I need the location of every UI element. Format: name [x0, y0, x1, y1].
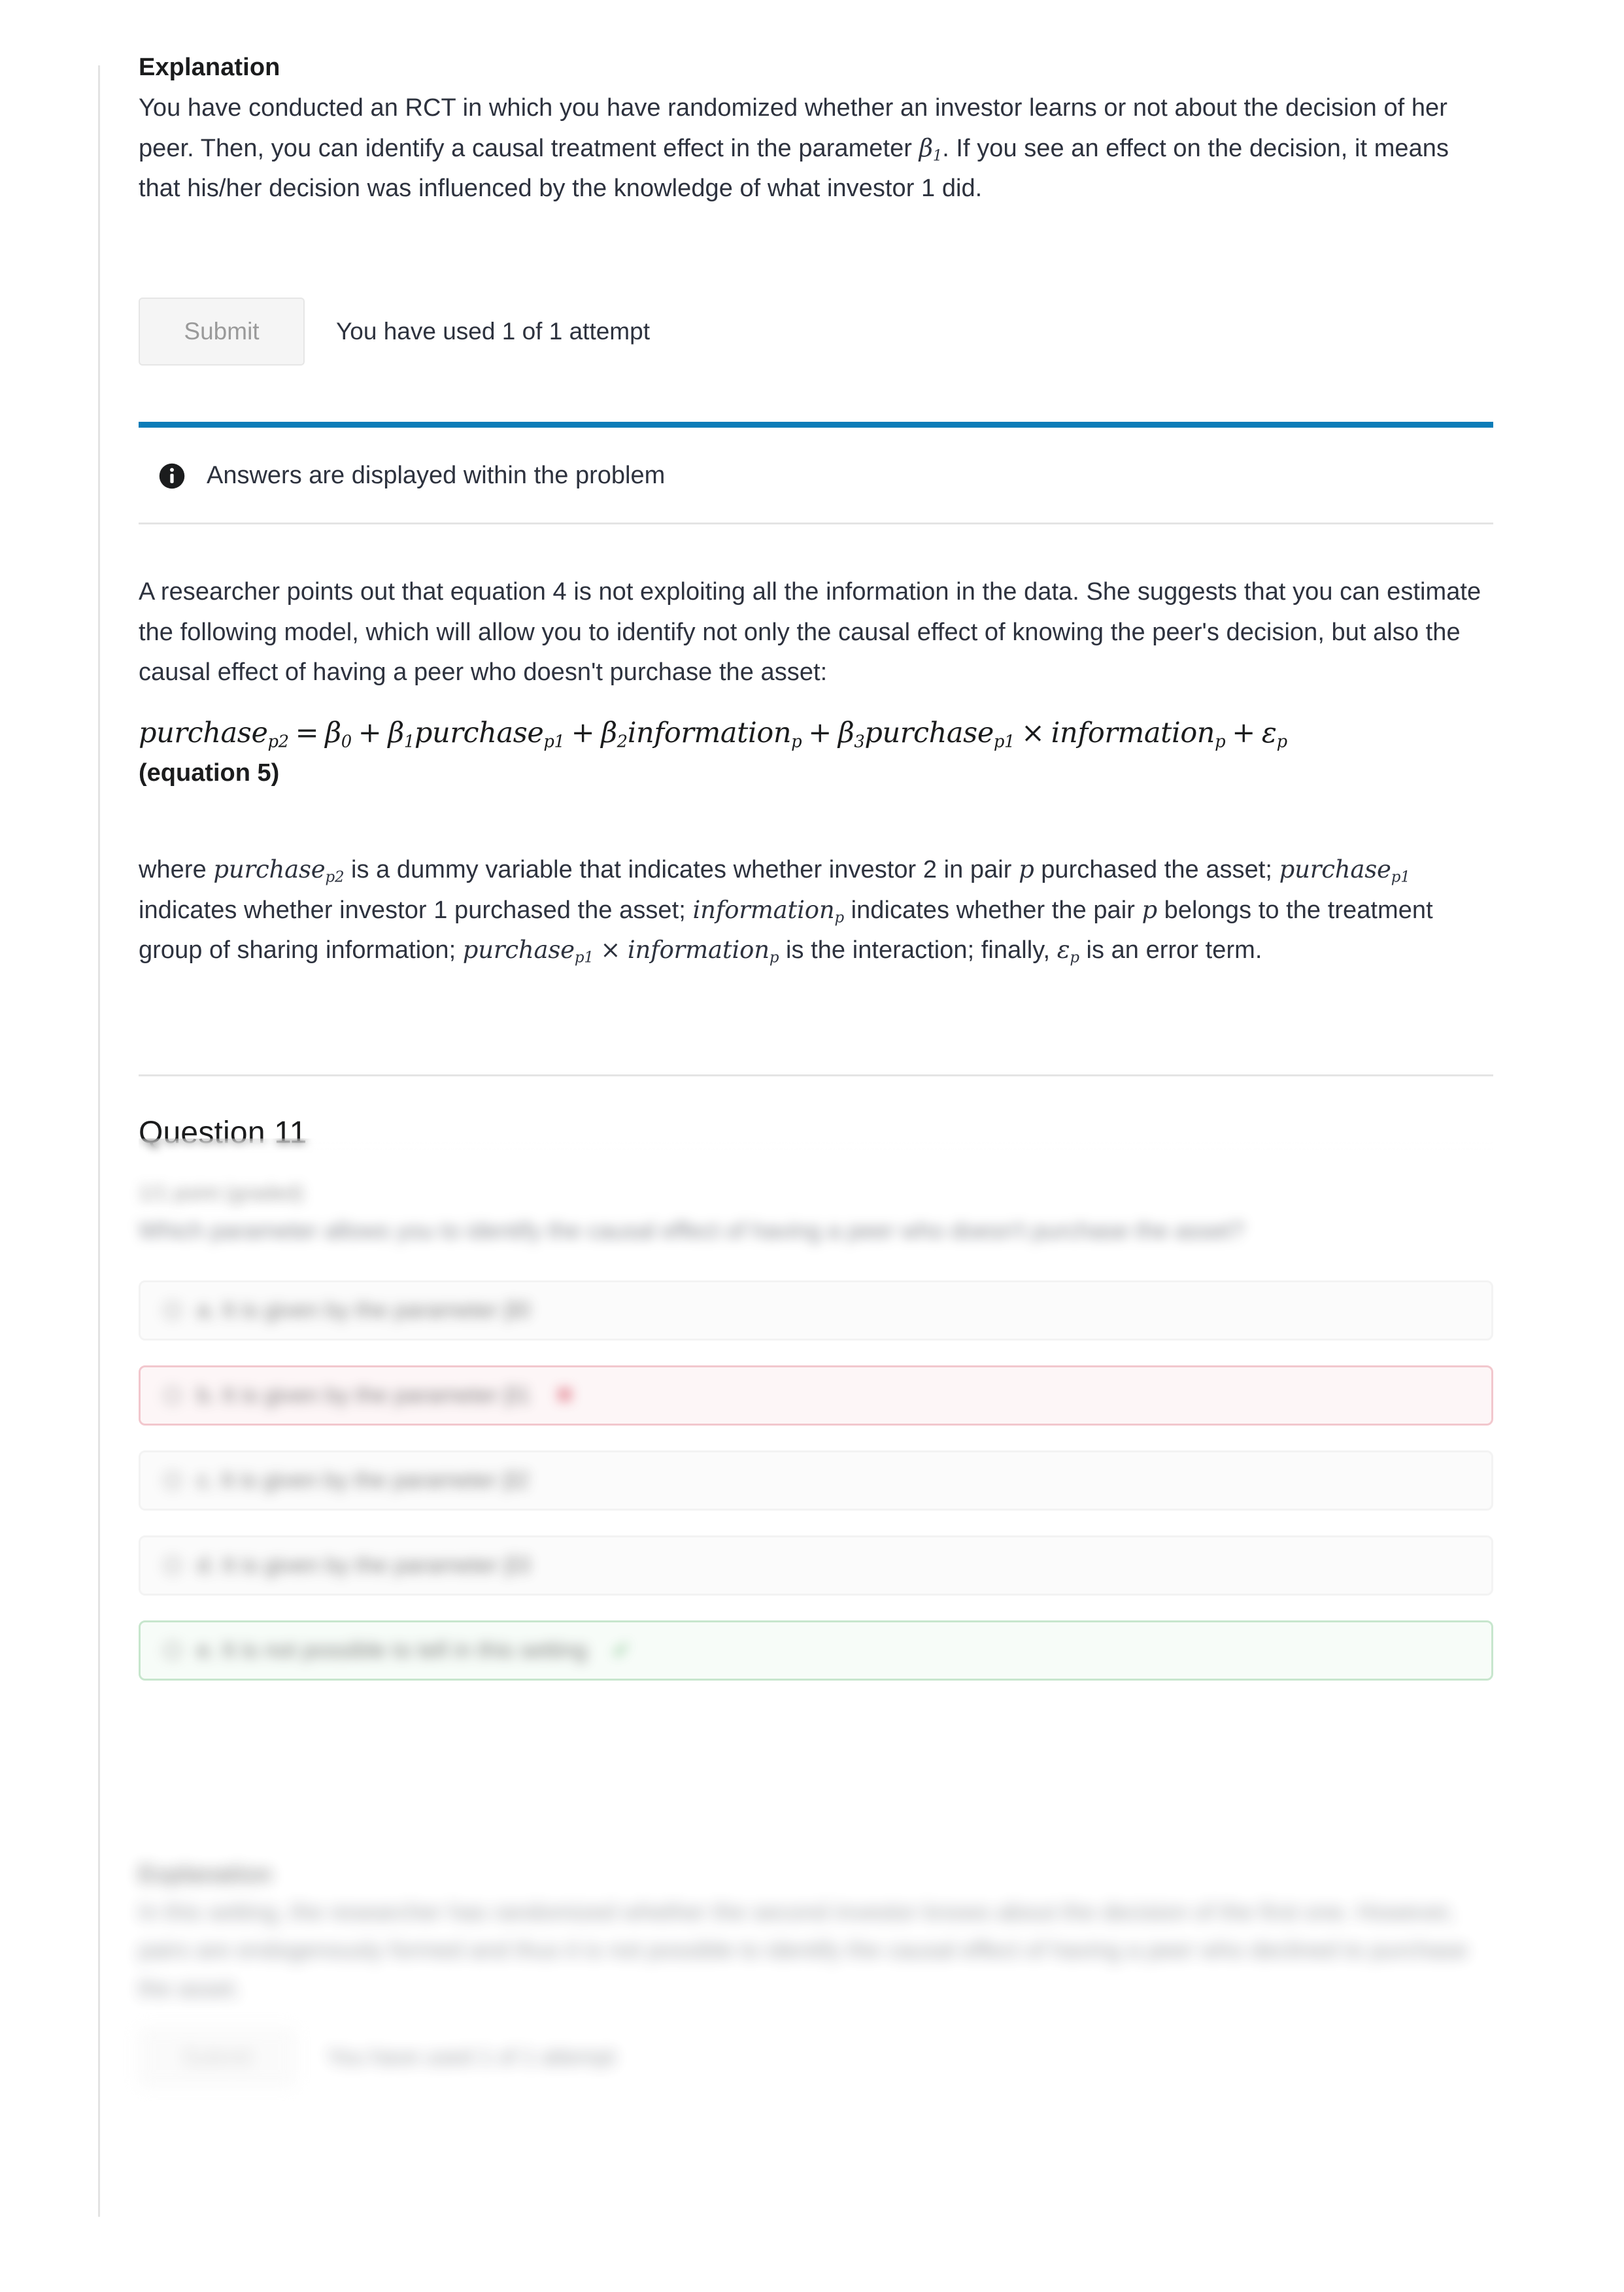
def-seg-1: where [139, 856, 214, 883]
def-seg-2: is a dummy variable that indicates wheth… [344, 856, 1019, 883]
eq-lhs: purchasep2 [139, 717, 289, 752]
status-row: Answers are displayed within the problem [139, 428, 1493, 522]
def-information-p: informationp [692, 895, 844, 926]
answer-choice-a-label: a. It is given by the parameter β0 [197, 1297, 531, 1323]
def-times: × [600, 936, 621, 965]
answer-choice-b-label: b. It is given by the parameter β1 [197, 1382, 531, 1408]
incorrect-mark-icon: ✖ [555, 1383, 574, 1408]
answer-choice-c-label: c. It is given by the parameter β2 [197, 1467, 530, 1493]
question-points: 1/1 point (graded) [139, 1177, 1315, 1208]
radio-icon-b[interactable] [164, 1387, 181, 1404]
def-seg-4: indicates whether investor 1 purchased t… [139, 896, 693, 924]
eq-term-4: informationp [1051, 717, 1226, 752]
eq-plus-2: + [571, 717, 595, 749]
eq-beta0: β0 [325, 717, 352, 752]
answer-choice-e-label: e. It is not possible to tell in this se… [197, 1637, 588, 1663]
question-11-submit-row: Submit You have used 1 of 1 attempt [139, 2027, 615, 2087]
answer-choice-b[interactable]: b. It is given by the parameter β1 ✖ [139, 1365, 1493, 1426]
def-purchase-p1: purchasep1 [1279, 855, 1410, 886]
answer-status-banner: Answers are displayed within the problem [139, 422, 1493, 524]
left-vertical-rule [98, 65, 100, 2217]
eq-times: × [1021, 717, 1045, 749]
radio-icon-a[interactable] [164, 1302, 181, 1319]
explanation-body: You have conducted an RCT in which you h… [139, 88, 1479, 209]
explanation-section: Explanation You have conducted an RCT in… [139, 51, 1493, 209]
question-11-submit-button[interactable]: Submit [139, 2027, 296, 2087]
problem-page: Explanation You have conducted an RCT in… [0, 0, 1624, 2292]
submit-button[interactable]: Submit [139, 298, 305, 366]
section-divider-question [139, 1074, 1493, 1076]
answer-choice-d-inner: d. It is given by the parameter β3 [164, 1552, 530, 1579]
beta1-symbol: β1 [919, 133, 943, 165]
eq-error-term: εp [1261, 717, 1287, 752]
explanation-heading: Explanation [139, 54, 280, 81]
answer-choice-c-inner: c. It is given by the parameter β2 [164, 1467, 529, 1494]
eq-plus-1: + [358, 717, 382, 749]
radio-icon-e[interactable] [164, 1642, 181, 1659]
researcher-note: A researcher points out that equation 4 … [139, 572, 1487, 693]
def-purchase-p2: purchasep2 [213, 855, 345, 886]
question-11-attempt-text: You have used 1 of 1 attempt [327, 2044, 616, 2070]
researcher-note-body: A researcher points out that equation 4 … [139, 578, 1481, 687]
question-points-text: 1/1 point (graded) [139, 1181, 304, 1205]
equation-5-formula: purchasep2 = β0 + β1purchasep1 + β2information… [139, 717, 1287, 752]
blur-fade-overlay [139, 1138, 1493, 1161]
question-11-explanation: Explanation In this setting, the researc… [139, 1860, 1487, 2008]
answer-choice-a-inner: a. It is given by the parameter β0 [164, 1297, 530, 1324]
def-interaction-purchase: purchasep1 [462, 936, 594, 966]
equation-5-block: purchasep2 = β0 + β1purchasep1 + β2information… [139, 717, 1287, 787]
answer-choices-list: a. It is given by the parameter β0 b. It… [139, 1280, 1493, 1705]
def-seg-8: is an error term. [1079, 936, 1262, 965]
definitions-paragraph: where purchasep2 is a dummy variable tha… [139, 850, 1487, 971]
attempt-status-text: You have used 1 of 1 attempt [336, 318, 650, 345]
eq-term-3: β3purchasep1 [837, 717, 1015, 752]
eq-plus-3: + [808, 717, 832, 749]
question-11-explanation-heading: Explanation [139, 1860, 273, 1887]
answer-choice-e[interactable]: e. It is not possible to tell in this se… [139, 1620, 1493, 1681]
answer-choice-b-inner: b. It is given by the parameter β1 ✖ [164, 1382, 574, 1409]
eq-equals: = [295, 717, 319, 749]
section-divider-top [139, 522, 1493, 524]
eq-plus-4: + [1232, 717, 1255, 749]
def-p-2: p [1142, 895, 1158, 924]
question-11-explanation-body: In this setting, the researcher has rand… [139, 1898, 1468, 2002]
answer-choice-e-inner: e. It is not possible to tell in this se… [164, 1637, 631, 1664]
def-interaction-information: informationp [627, 936, 779, 966]
def-seg-3: purchased the asset; [1034, 856, 1279, 883]
answer-choice-d[interactable]: d. It is given by the parameter β3 [139, 1535, 1493, 1596]
accent-rule [139, 422, 1493, 428]
radio-icon-d[interactable] [164, 1557, 181, 1574]
info-icon [159, 463, 185, 488]
answer-choice-a[interactable]: a. It is given by the parameter β0 [139, 1280, 1493, 1341]
eq-term-2: β2informationp [601, 717, 802, 752]
submit-row: Submit You have used 1 of 1 attempt [139, 298, 650, 366]
status-text: Answers are displayed within the problem [207, 462, 666, 489]
equation-5-label: (equation 5) [139, 759, 280, 787]
answer-choice-d-label: d. It is given by the parameter β3 [197, 1552, 531, 1578]
radio-icon-c[interactable] [164, 1472, 181, 1489]
def-epsilon-p: εp [1057, 936, 1079, 966]
question-prompt-text: Which parameter allows you to identify t… [139, 1217, 1245, 1244]
answer-choice-c[interactable]: c. It is given by the parameter β2 [139, 1450, 1493, 1511]
eq-term-1: β1purchasep1 [388, 717, 565, 752]
correct-mark-icon: ✔ [612, 1638, 631, 1663]
def-seg-7: is the interaction; finally, [779, 936, 1057, 965]
question-title-wrap: Question 11 [139, 1115, 1493, 1161]
question-prompt: Which parameter allows you to identify t… [139, 1213, 1487, 1248]
def-seg-5: indicates whether the pair [844, 896, 1142, 924]
def-p-1: p [1019, 855, 1034, 883]
